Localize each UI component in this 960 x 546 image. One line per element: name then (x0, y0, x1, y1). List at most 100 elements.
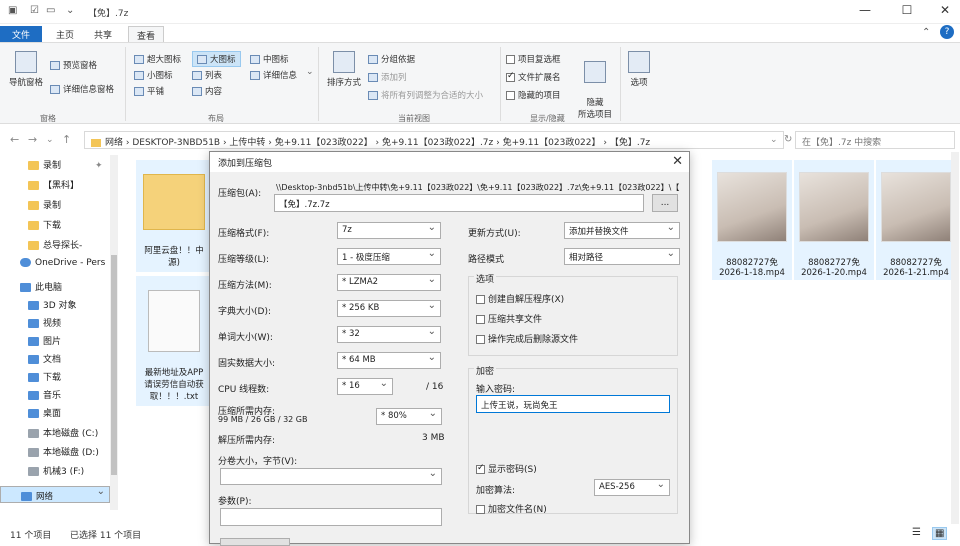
sidebar-item-recording[interactable]: 录制 ✦ (28, 158, 103, 171)
close-button[interactable]: ✕ (930, 3, 960, 17)
enc-method-select[interactable]: AES-256 (594, 479, 670, 496)
layout-scroll-icon[interactable]: ⌄ (306, 67, 314, 77)
fit-columns-button[interactable]: 将所有列调整为合适的大小 (368, 89, 483, 101)
layout-label: 平铺 (147, 87, 165, 97)
content-scrollbar[interactable] (951, 152, 959, 524)
sidebar-item-drive-d[interactable]: 本地磁盘 (D:) (28, 445, 99, 458)
recent-locations-icon[interactable]: ⌄ (46, 135, 54, 145)
sidebar-item-pictures[interactable]: 图片 (28, 334, 61, 347)
level-select[interactable]: 1 - 极度压缩 (337, 248, 441, 265)
up-icon[interactable]: ↑ (62, 133, 71, 146)
solid-select[interactable]: * 64 MB (337, 352, 441, 369)
hidden-items-toggle[interactable]: 隐藏的项目 (506, 89, 561, 101)
sidebar-item-network[interactable]: 网络 (0, 486, 110, 503)
sidebar-item-videos[interactable]: 视频 (28, 316, 61, 329)
sidebar-item-drive-f[interactable]: 机械3 (F:) (28, 464, 84, 477)
sidebar-item-download-folder[interactable]: 下载 (28, 218, 61, 231)
dict-select[interactable]: * 256 KB (337, 300, 441, 317)
sidebar-item-recording-2[interactable]: 录制 (28, 198, 61, 211)
nav-pane-label: 导航窗格 (8, 78, 43, 88)
sidebar-item-blacktech[interactable]: 【黑科】 (28, 178, 79, 191)
layout-large[interactable]: 大图标 (192, 51, 241, 67)
file-tile-video[interactable]: 88082727免 2026-1-20.mp4 (794, 160, 874, 280)
layout-label: 列表 (205, 71, 223, 81)
refresh-icon[interactable]: ↻ (784, 134, 792, 145)
format-select[interactable]: 7z (337, 222, 441, 239)
sidebar-item-music[interactable]: 音乐 (28, 388, 61, 401)
file-ext-toggle[interactable]: 文件扩展名 (506, 71, 561, 83)
password-input[interactable]: 上传王说，玩尚免王 (476, 395, 670, 413)
search-input[interactable]: 在【免】.7z 中搜索 (795, 131, 955, 149)
address-bar[interactable]: 网络 › DESKTOP-3NBD51B › 上传中转 › 免+9.11【023… (84, 131, 784, 149)
file-tile-video[interactable]: 88082727免 2026-1-18.mp4 (712, 160, 792, 280)
back-icon[interactable]: ← (10, 133, 19, 146)
opt-shared-checkbox[interactable]: 压缩共享文件 (476, 312, 542, 325)
opt-delete-checkbox[interactable]: 操作完成后删除源文件 (476, 332, 578, 345)
details-pane-button[interactable]: 详细信息窗格 (50, 83, 114, 95)
layout-medium[interactable]: 中图标 (250, 53, 289, 65)
sidebar-item-label: 网络 (36, 492, 54, 502)
help-icon[interactable]: ? (940, 25, 954, 39)
layout-extra-large[interactable]: 超大图标 (134, 53, 181, 65)
mem-percent-select[interactable]: * 80% (376, 408, 442, 425)
minimize-button[interactable]: — (850, 3, 880, 17)
sidebar-item-label: 录制 (43, 161, 62, 171)
update-select[interactable]: 添加并替换文件 (564, 222, 680, 239)
details-view-icon[interactable]: ☰ (912, 527, 921, 538)
hide-selected-button[interactable]: 隐藏 所选项目 (574, 51, 616, 120)
cpu-select[interactable]: * 16 (337, 378, 393, 395)
browse-button[interactable]: ... (652, 194, 678, 212)
preview-pane-button[interactable]: 预览窗格 (50, 59, 97, 71)
large-icons-view-icon[interactable]: ▦ (932, 527, 948, 540)
tab-share[interactable]: 共享 (86, 26, 120, 42)
layout-details[interactable]: 详细信息 (250, 69, 297, 81)
layout-tiles[interactable]: 平铺 (134, 85, 164, 97)
split-select[interactable] (220, 468, 442, 485)
decomp-value: 3 MB (422, 433, 445, 443)
sidebar-item-downloads[interactable]: 下载 (28, 370, 61, 383)
sidebar-item-onedrive[interactable]: OneDrive - Pers (20, 258, 105, 268)
layout-content[interactable]: 内容 (192, 85, 222, 97)
sort-button[interactable]: 排序方式 (324, 51, 364, 88)
layout-list[interactable]: 列表 (192, 69, 222, 81)
method-select[interactable]: * LZMA2 (337, 274, 441, 291)
path-mode-select[interactable]: 相对路径 (564, 248, 680, 265)
file-tile-video[interactable]: 88082727免 2026-1-21.mp4 (876, 160, 956, 280)
show-password-checkbox[interactable]: 显示密码(S) (476, 462, 537, 475)
sidebar-item-desktop[interactable]: 桌面 (28, 406, 61, 419)
opt-sfx-checkbox[interactable]: 创建自解压程序(X) (476, 292, 564, 305)
dialog-close-icon[interactable]: ✕ (672, 154, 683, 169)
add-columns-button[interactable]: 添加列 (368, 71, 407, 83)
tab-file[interactable]: 文件 (0, 26, 42, 42)
file-tile-txt[interactable]: 最新地址及APP 请误劳信自动获 取！！！.txt (136, 276, 212, 406)
nav-pane-button[interactable]: 导航窗格 (6, 51, 46, 88)
scrollbar-thumb[interactable] (111, 255, 117, 475)
encrypt-names-checkbox[interactable]: 加密文件名(N) (476, 502, 547, 515)
customize-quick-access-icon[interactable]: ⌄ (66, 5, 74, 16)
tab-view[interactable]: 查看 (128, 26, 165, 42)
sidebar-item-zongdao[interactable]: 总导探长- (28, 238, 82, 251)
maximize-button[interactable]: ☐ (892, 3, 922, 17)
archive-name-field[interactable]: 【免】.7z.7z (274, 194, 644, 212)
item-checkbox-toggle[interactable]: 项目复选框 (506, 53, 561, 65)
address-dropdown-icon[interactable]: ⌄ (770, 135, 778, 145)
params-input[interactable] (220, 508, 442, 526)
forward-icon[interactable]: → (28, 133, 37, 146)
tab-home[interactable]: 主页 (48, 26, 82, 42)
fit-columns-label: 将所有列调整为合适的大小 (381, 91, 484, 101)
layout-small[interactable]: 小图标 (134, 69, 173, 81)
archive-name-value: 【免】.7z.7z (279, 200, 330, 210)
sidebar-item-3d[interactable]: 3D 对象 (28, 298, 77, 311)
new-folder-icon[interactable]: ▭ (46, 5, 55, 16)
word-select[interactable]: * 32 (337, 326, 441, 343)
sidebar-item-drive-c[interactable]: 本地磁盘 (C:) (28, 426, 98, 439)
options-button[interactable]: 选项 (624, 51, 654, 88)
sidebar-scrollbar[interactable] (110, 155, 118, 510)
sidebar-item-this-pc[interactable]: 此电脑 (20, 280, 62, 293)
file-tile-folder[interactable]: 阿里云盘！！中 源) (136, 160, 212, 272)
settings-button[interactable] (220, 538, 290, 546)
collapse-ribbon-icon[interactable]: ⌃ (922, 27, 930, 38)
sidebar-item-documents[interactable]: 文档 (28, 352, 61, 365)
properties-icon[interactable]: ☑ (30, 5, 39, 16)
group-by-button[interactable]: 分组依据 (368, 53, 415, 65)
